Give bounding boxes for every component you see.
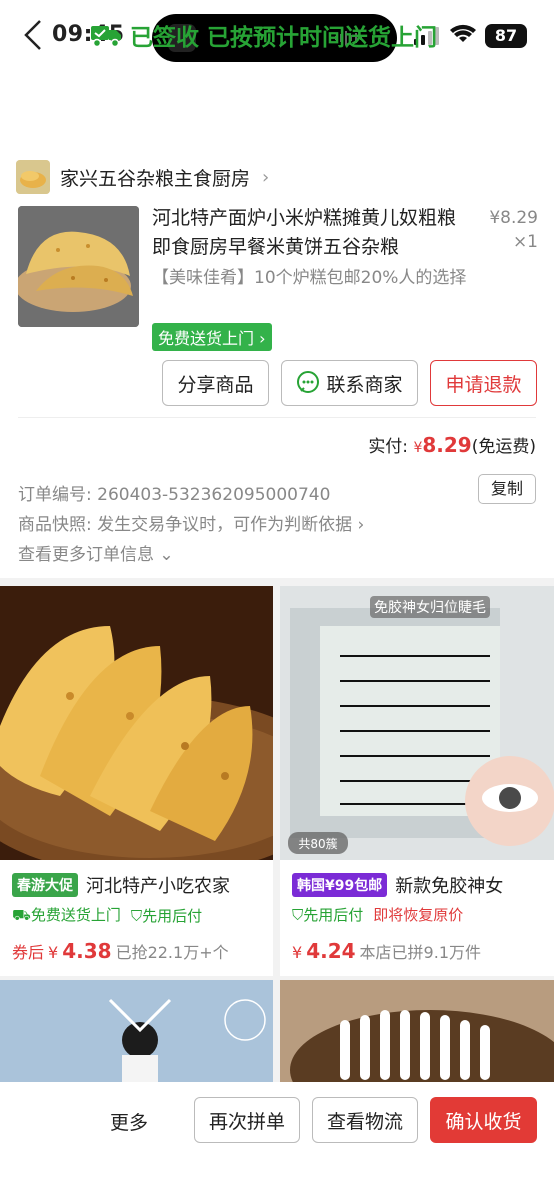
recommendation-card[interactable] bbox=[0, 980, 273, 1090]
product-price: ¥8.29 bbox=[489, 208, 538, 228]
recommendation-title-row: 春游大促 河北特产小吃农家 bbox=[12, 872, 230, 898]
promo-badge: 春游大促 bbox=[12, 873, 78, 897]
chevron-right-icon: › bbox=[357, 515, 365, 535]
price-prefix: 券后 bbox=[12, 943, 45, 962]
chevron-right-icon: › bbox=[262, 166, 270, 188]
free-delivery-label: 免费送货上门 bbox=[158, 329, 255, 348]
price-value: 4.24 bbox=[306, 939, 356, 963]
chevron-down-icon: ⌄ bbox=[159, 545, 174, 565]
payment-note: (免运费) bbox=[471, 437, 536, 457]
product-quantity: ×1 bbox=[512, 232, 538, 252]
delivery-truck-icon bbox=[91, 26, 121, 48]
product-title[interactable]: 河北特产面炉小米炉糕摊黄儿奴粗粮即食厨房早餐米黄饼五谷杂粮 bbox=[152, 204, 470, 262]
shield-icon: ⛉ bbox=[292, 906, 304, 924]
contact-seller-button[interactable]: 联系商家 bbox=[281, 360, 418, 406]
confirm-receipt-button[interactable]: 确认收货 bbox=[430, 1097, 537, 1143]
recommendation-image bbox=[0, 980, 273, 1090]
snapshot-row[interactable]: 商品快照: 发生交易争议时，可作为判断依据 › bbox=[18, 510, 364, 535]
view-logistics-button[interactable]: 查看物流 bbox=[312, 1097, 418, 1143]
contact-seller-label: 联系商家 bbox=[326, 373, 403, 396]
price-currency: ¥ bbox=[48, 943, 59, 962]
more-order-info-label: 查看更多订单信息 bbox=[18, 545, 154, 565]
shop-link[interactable]: 家兴五谷杂粮主食厨房 › bbox=[16, 160, 269, 194]
shop-name: 家兴五谷杂粮主食厨房 bbox=[60, 167, 251, 190]
recommendation-price-row: ¥4.24 本店已拼9.1万件 bbox=[292, 939, 481, 963]
page-header bbox=[0, 76, 554, 146]
reorder-button[interactable]: 再次拼单 bbox=[194, 1097, 300, 1143]
product-description: 【美味佳肴】10个炉糕包邮20%人的选择 bbox=[152, 268, 467, 288]
chevron-right-icon: › bbox=[254, 329, 266, 348]
recommendation-price-row: 券后 ¥4.38 已抢22.1万+个 bbox=[12, 939, 229, 963]
sales-count: 已抢22.1万+个 bbox=[115, 943, 229, 962]
request-refund-button[interactable]: 申请退款 bbox=[430, 360, 537, 406]
free-delivery-tag[interactable]: 免费送货上门 › bbox=[152, 323, 272, 351]
recommendation-card[interactable] bbox=[280, 980, 554, 1090]
pay-later-tag: ⛉先用后付 bbox=[131, 905, 202, 926]
recommendation-image bbox=[0, 586, 273, 860]
payment-amount: 8.29 bbox=[422, 433, 472, 457]
order-number-label: 订单编号: bbox=[18, 485, 92, 505]
recommendation-title-row: 韩国¥99包邮 新款免胶神女 bbox=[292, 872, 503, 898]
price-value: 4.38 bbox=[62, 939, 112, 963]
order-number: 260403-532362095000740 bbox=[97, 485, 331, 505]
recommendation-tags: ⛟免费送货上门 ⛉先用后付 bbox=[12, 904, 202, 926]
delivery-status-text: 已签收 已按预计时间送货上门 bbox=[130, 25, 438, 51]
truck-icon: ⛟ bbox=[12, 906, 31, 924]
pay-later-tag: ⛉先用后付 bbox=[292, 904, 363, 925]
pay-later-tag-label: 先用后付 bbox=[142, 906, 203, 925]
recommendation-title: 河北特产小吃农家 bbox=[86, 876, 230, 897]
promo-badge: 韩国¥99包邮 bbox=[292, 873, 388, 897]
wifi-icon bbox=[450, 24, 476, 42]
divider bbox=[18, 417, 536, 418]
more-order-info-link[interactable]: 查看更多订单信息 ⌄ bbox=[18, 540, 174, 565]
free-delivery-tag: ⛟免费送货上门 bbox=[12, 904, 121, 926]
chat-bubble-icon bbox=[297, 371, 320, 393]
recommendation-image: 免胶神女归位睫毛 共80簇 bbox=[280, 586, 554, 860]
image-count: 共80簇 bbox=[298, 836, 337, 851]
recommendation-title: 新款免胶神女 bbox=[395, 876, 504, 897]
order-number-row: 订单编号: 260403-532362095000740 bbox=[18, 480, 330, 505]
product-image[interactable] bbox=[18, 206, 139, 327]
image-caption: 免胶神女归位睫毛 bbox=[374, 599, 486, 616]
copy-order-number-button[interactable]: 复制 bbox=[478, 474, 536, 504]
price-currency: ¥ bbox=[292, 943, 303, 962]
more-button[interactable]: 更多 bbox=[110, 1108, 148, 1135]
recommendation-image bbox=[280, 980, 554, 1090]
recommendation-tags: ⛉先用后付 即将恢复原价 bbox=[292, 904, 463, 925]
free-delivery-tag-label: 免费送货上门 bbox=[30, 906, 121, 924]
battery-indicator: 87 bbox=[485, 24, 527, 48]
shop-logo bbox=[16, 160, 50, 194]
payment-label: 实付: bbox=[368, 437, 409, 457]
payment-summary: 实付: ¥8.29(免运费) bbox=[300, 432, 536, 457]
snapshot-label: 商品快照: bbox=[18, 515, 92, 535]
pay-later-tag-label: 先用后付 bbox=[303, 906, 364, 924]
sales-count: 本店已拼9.1万件 bbox=[359, 943, 481, 962]
price-restore-tag: 即将恢复原价 bbox=[373, 906, 464, 924]
shield-icon: ⛉ bbox=[130, 906, 143, 925]
snapshot-text: 发生交易争议时，可作为判断依据 bbox=[97, 515, 353, 535]
delivery-status-title: 已签收 已按预计时间送货上门 bbox=[90, 18, 437, 52]
share-product-button[interactable]: 分享商品 bbox=[162, 360, 269, 406]
back-arrow-icon[interactable] bbox=[20, 18, 50, 52]
